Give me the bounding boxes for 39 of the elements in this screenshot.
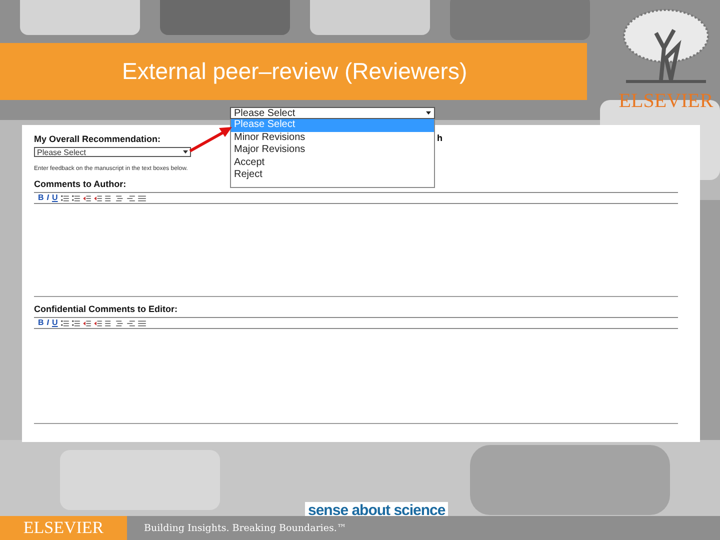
bullet-list-icon[interactable] [60, 320, 69, 326]
logo-text: ELSEVIER [618, 90, 714, 113]
format-button[interactable]: U [52, 194, 58, 202]
numbered-list-icon[interactable] [72, 320, 80, 326]
section-label: Comments to Author: [34, 179, 126, 189]
indent-icon[interactable] [94, 194, 102, 202]
dropdown-option[interactable]: Minor Revisions [231, 132, 434, 144]
dropdown-option[interactable]: Reject [231, 169, 434, 182]
footer-brand: ELSEVIER [0, 516, 127, 540]
field-label: My Overall Recommendation: [34, 134, 161, 144]
format-button[interactable]: I [46, 319, 50, 327]
section-label: Confidential Comments to Editor: [34, 304, 178, 314]
indent-icon[interactable] [94, 320, 102, 326]
dropdown-option[interactable]: Major Revisions [231, 144, 434, 156]
format-button[interactable]: B [38, 194, 44, 202]
bullet-list-icon[interactable] [60, 194, 69, 202]
numbered-list-icon[interactable] [72, 194, 80, 202]
caret-icon [183, 150, 188, 154]
slide-title: External peer–review (Reviewers) [122, 58, 468, 85]
outdent-icon[interactable] [82, 320, 91, 326]
format-button[interactable]: B [38, 319, 44, 327]
align-center-icon[interactable] [116, 194, 124, 202]
justify-icon[interactable] [138, 194, 146, 202]
label-fragment: h [437, 133, 442, 143]
pointer-arrow [189, 127, 232, 152]
caret-icon [426, 111, 431, 115]
outdent-icon[interactable] [82, 194, 91, 202]
align-center-icon[interactable] [116, 320, 124, 326]
format-button[interactable]: I [46, 194, 50, 202]
select-field[interactable]: Please Select [34, 147, 191, 157]
tagline: Building Insights. Breaking Boundaries.™ [144, 522, 346, 534]
format-button[interactable]: U [52, 319, 58, 327]
select-field[interactable]: Please Select [230, 107, 435, 119]
dropdown-option[interactable]: Accept [231, 156, 434, 169]
align-left-icon[interactable] [104, 320, 113, 326]
justify-icon[interactable] [138, 320, 146, 326]
align-right-icon[interactable] [126, 320, 135, 326]
align-left-icon[interactable] [104, 194, 113, 202]
align-right-icon[interactable] [126, 194, 135, 202]
